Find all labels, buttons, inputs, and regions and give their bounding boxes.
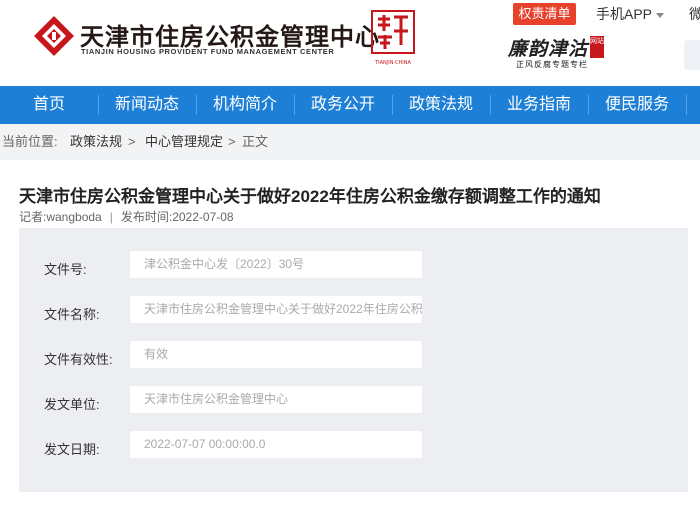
site-logo[interactable]: 天津市住房公积金管理中心 TIANJIN HOUSING PROVIDENT F… [32, 14, 379, 60]
doc-number-label: 文件号: [44, 262, 87, 277]
weixin-link[interactable]: 微 [689, 4, 700, 24]
tianjin-seal-icon: TIANJIN·CHINA [371, 10, 415, 66]
breadcrumb: 当前位置: 政策法规 > 中心管理规定 > 正文 [0, 124, 700, 160]
nav-item-news[interactable]: 新闻动态 [98, 86, 196, 124]
author-name: wangboda [46, 210, 102, 224]
document-info-panel: 文件号: 津公积金中心发〔2022〕30号 文件名称: 天津市住房公积金管理中心… [19, 228, 688, 492]
publish-date: 2022-07-08 [172, 210, 234, 224]
article-title: 天津市住房公积金管理中心关于做好2022年住房公积金缴存额调整工作的通知 [19, 187, 601, 206]
doc-name-label: 文件名称: [44, 307, 100, 322]
author-label: 记者: [19, 210, 47, 224]
breadcrumb-separator: > [128, 134, 136, 149]
housing-fund-logo-icon [34, 16, 74, 56]
site-header: 天津市住房公积金管理中心 TIANJIN HOUSING PROVIDENT F… [0, 0, 700, 86]
breadcrumb-current: 正文 [242, 134, 269, 149]
issuing-unit-label: 发文单位: [44, 397, 100, 412]
logo-english-name: TIANJIN HOUSING PROVIDENT FUND MANAGEMEN… [81, 47, 335, 56]
breadcrumb-prefix: 当前位置: [2, 134, 58, 149]
doc-validity-field: 有效 [130, 341, 422, 368]
issuing-unit-field: 天津市住房公积金管理中心 [130, 386, 422, 413]
nav-item-public-affairs[interactable]: 政务公开 [294, 86, 392, 124]
issue-date-field: 2022-07-07 00:00:00.0 [130, 431, 422, 458]
side-float-tab[interactable] [684, 40, 700, 70]
meta-separator: | [109, 210, 113, 224]
nav-item-about[interactable]: 机构简介 [196, 86, 294, 124]
lianyun-subtitle: 正风反腐专题专栏 [516, 60, 588, 69]
nav-item-services[interactable]: 便民服务 [588, 86, 686, 124]
lianyun-jingu-banner[interactable]: 廉韵津沽 网站 正风反腐专题专栏 [508, 34, 608, 70]
svg-text:TIANJIN·CHINA: TIANJIN·CHINA [374, 60, 411, 66]
breadcrumb-center-rules[interactable]: 中心管理规定 [145, 124, 223, 160]
main-nav: 首页 新闻动态 机构简介 政务公开 政策法规 业务指南 便民服务 [0, 86, 700, 124]
nav-divider [686, 95, 687, 115]
lianyun-stamp: 网站 [590, 36, 604, 58]
breadcrumb-policies[interactable]: 政策法规 [70, 124, 122, 160]
chevron-down-icon [656, 12, 665, 18]
doc-validity-label: 文件有效性: [44, 352, 113, 367]
nav-item-policies[interactable]: 政策法规 [392, 86, 490, 124]
date-label: 发布时间: [120, 210, 173, 224]
breadcrumb-separator: > [228, 134, 236, 149]
doc-name-field: 天津市住房公积金管理中心关于做好2022年住房公积金缴存额调整工作的通知 [130, 296, 422, 323]
mobile-app-label: 手机APP [596, 6, 653, 22]
nav-item-home[interactable]: 首页 [0, 86, 98, 124]
article-meta: 记者:wangboda | 发布时间:2022-07-08 [19, 208, 234, 225]
nav-item-business-guide[interactable]: 业务指南 [490, 86, 588, 124]
issue-date-label: 发文日期: [44, 442, 100, 457]
responsibility-list-button[interactable]: 权责清单 [513, 3, 576, 25]
mobile-app-menu[interactable]: 手机APP [596, 4, 665, 24]
doc-number-field: 津公积金中心发〔2022〕30号 [130, 251, 422, 278]
